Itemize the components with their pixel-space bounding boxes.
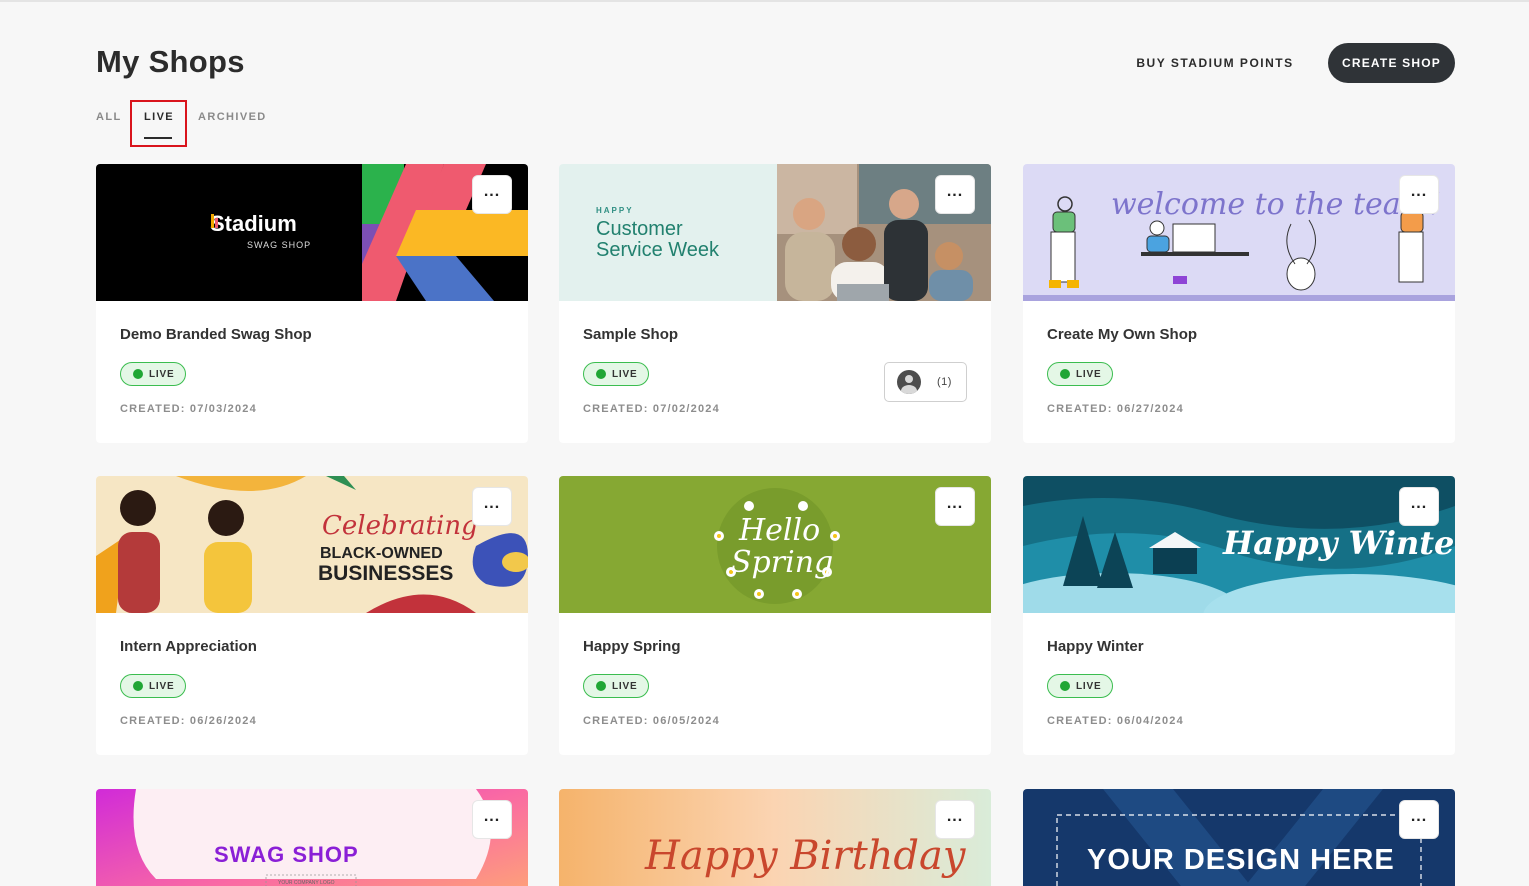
more-options-button[interactable]: ... xyxy=(472,800,512,839)
created-date: CREATED: 07/03/2024 xyxy=(120,403,257,415)
svg-text:Happy Birthday: Happy Birthday xyxy=(644,833,967,879)
create-shop-button[interactable]: CREATE SHOP xyxy=(1328,43,1455,83)
svg-text:HAPPY: HAPPY xyxy=(596,206,634,215)
status-badge: LIVE xyxy=(1047,362,1114,386)
tab-live[interactable]: LIVE xyxy=(144,108,174,126)
svg-text:YOUR DESIGN HERE: YOUR DESIGN HERE xyxy=(1087,844,1395,876)
shop-banner-image: welcome to the team! xyxy=(1023,164,1455,301)
status-dot-icon xyxy=(1060,369,1070,379)
status-badge: LIVE xyxy=(1047,674,1114,698)
more-options-button[interactable]: ... xyxy=(935,175,975,214)
status-dot-icon xyxy=(133,369,143,379)
shop-banner-image: Stadium SWAG SHOP xyxy=(96,164,528,301)
top-divider xyxy=(0,0,1529,2)
more-options-button[interactable]: ... xyxy=(935,487,975,526)
shop-banner-image: Hello Spring xyxy=(559,476,991,613)
svg-text:BLACK-OWNED: BLACK-OWNED xyxy=(320,545,443,562)
svg-text:Spring: Spring xyxy=(731,545,833,580)
shop-title: Sample Shop xyxy=(583,326,679,343)
created-date: CREATED: 06/05/2024 xyxy=(583,715,720,727)
shop-card-happy-winter[interactable]: Happy Winter ... Happy Winter LIVE CREAT… xyxy=(1023,476,1455,755)
shop-banner-image: YOUR DESIGN HERE xyxy=(1023,789,1455,886)
more-dots-icon: ... xyxy=(483,182,501,200)
members-count: (1) xyxy=(937,376,952,388)
more-dots-icon: ... xyxy=(946,807,964,825)
svg-text:Service Week: Service Week xyxy=(596,239,720,261)
shop-card-sample-shop[interactable]: HAPPY Customer Service Week ... Sample S… xyxy=(559,164,991,443)
status-badge: LIVE xyxy=(583,674,650,698)
more-options-button[interactable]: ... xyxy=(935,800,975,839)
status-dot-icon xyxy=(133,681,143,691)
svg-text:Hello: Hello xyxy=(738,513,820,548)
shop-banner-image: HAPPY Customer Service Week xyxy=(559,164,991,301)
page-title: My Shops xyxy=(96,44,245,79)
shop-members-button[interactable]: (1) xyxy=(884,362,967,402)
svg-text:Customer: Customer xyxy=(596,218,683,240)
shop-banner-image: Celebrating BLACK-OWNED BUSINESSES xyxy=(96,476,528,613)
shop-banner-image: Happy Birthday xyxy=(559,789,991,886)
shop-card-happy-spring[interactable]: Hello Spring ... Happy Spring LIVE CREAT… xyxy=(559,476,991,755)
shop-title: Happy Spring xyxy=(583,638,681,655)
more-dots-icon: ... xyxy=(483,494,501,512)
shop-card-your-design-here[interactable]: YOUR DESIGN HERE ... xyxy=(1023,789,1455,886)
shop-title: Intern Appreciation xyxy=(120,638,257,655)
svg-text:Celebrating: Celebrating xyxy=(322,511,478,541)
status-dot-icon xyxy=(596,681,606,691)
created-date: CREATED: 06/27/2024 xyxy=(1047,403,1184,415)
more-dots-icon: ... xyxy=(1410,182,1428,200)
shop-banner-image: SWAG SHOP YOUR COMPANY LOGO xyxy=(96,789,528,886)
more-dots-icon: ... xyxy=(946,494,964,512)
svg-text:welcome to the team!: welcome to the team! xyxy=(1111,187,1441,222)
user-avatar-icon xyxy=(897,370,921,394)
status-badge: LIVE xyxy=(583,362,650,386)
more-options-button[interactable]: ... xyxy=(1399,800,1439,839)
banner-brand-text: Stadium xyxy=(210,211,297,236)
status-badge: LIVE xyxy=(120,362,187,386)
shop-title: Demo Branded Swag Shop xyxy=(120,326,312,343)
more-dots-icon: ... xyxy=(1410,494,1428,512)
svg-text:SWAG SHOP: SWAG SHOP xyxy=(247,240,311,250)
created-date: CREATED: 07/02/2024 xyxy=(583,403,720,415)
svg-text:Happy Winter: Happy Winter xyxy=(1222,524,1455,562)
more-dots-icon: ... xyxy=(1410,807,1428,825)
more-options-button[interactable]: ... xyxy=(1399,175,1439,214)
svg-text:BUSINESSES: BUSINESSES xyxy=(318,562,453,585)
more-dots-icon: ... xyxy=(946,182,964,200)
shop-card-swag-shop[interactable]: SWAG SHOP YOUR COMPANY LOGO ... xyxy=(96,789,528,886)
svg-text:SWAG SHOP: SWAG SHOP xyxy=(214,842,359,867)
more-dots-icon: ... xyxy=(483,807,501,825)
svg-text:YOUR COMPANY LOGO: YOUR COMPANY LOGO xyxy=(278,880,335,886)
created-date: CREATED: 06/04/2024 xyxy=(1047,715,1184,727)
status-badge: LIVE xyxy=(120,674,187,698)
shop-card-intern-appreciation[interactable]: Celebrating BLACK-OWNED BUSINESSES ... I… xyxy=(96,476,528,755)
created-date: CREATED: 06/26/2024 xyxy=(120,715,257,727)
buy-stadium-points-button[interactable]: BUY STADIUM POINTS xyxy=(1128,52,1302,74)
tab-all[interactable]: ALL xyxy=(96,108,122,126)
more-options-button[interactable]: ... xyxy=(472,487,512,526)
shop-title: Create My Own Shop xyxy=(1047,326,1198,343)
more-options-button[interactable]: ... xyxy=(1399,487,1439,526)
shop-banner-image: Happy Winter xyxy=(1023,476,1455,613)
status-dot-icon xyxy=(596,369,606,379)
tab-archived[interactable]: ARCHIVED xyxy=(198,108,267,126)
shop-title: Happy Winter xyxy=(1047,638,1144,655)
status-dot-icon xyxy=(1060,681,1070,691)
shop-card-create-my-own-shop[interactable]: welcome to the team! ... Create My Own S… xyxy=(1023,164,1455,443)
shop-card-happy-birthday[interactable]: Happy Birthday ... xyxy=(559,789,991,886)
active-tab-indicator xyxy=(144,137,172,139)
shop-card-demo-branded-swag-shop[interactable]: Stadium SWAG SHOP ... Demo Branded Swag … xyxy=(96,164,528,443)
more-options-button[interactable]: ... xyxy=(472,175,512,214)
